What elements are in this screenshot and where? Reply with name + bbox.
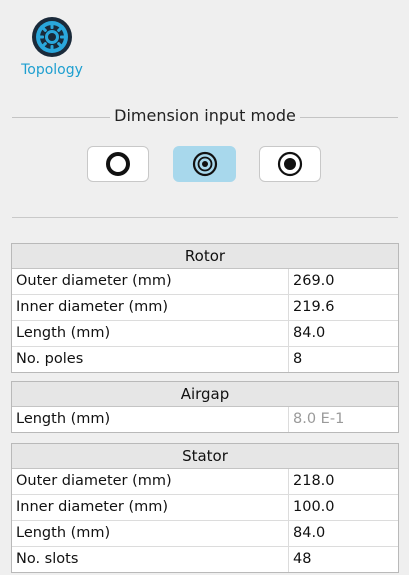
dimension-input-mode-title: Dimension input mode: [12, 106, 398, 125]
table-row: Outer diameter (mm) 269.0: [12, 269, 398, 295]
table-row: Outer diameter (mm) 218.0: [12, 469, 398, 495]
stator-header: Stator: [12, 444, 398, 469]
row-label: Outer diameter (mm): [12, 269, 289, 294]
mode-button-ring-dot[interactable]: [173, 146, 236, 182]
rotor-inner-diameter-field[interactable]: 219.6: [289, 295, 398, 320]
rotor-poles-field[interactable]: 8: [289, 347, 398, 372]
dimensions-panel: Topology Dimension input mode Rotor Oute…: [0, 0, 409, 575]
ring-thick-icon: [106, 152, 130, 176]
rotor-header: Rotor: [12, 244, 398, 269]
row-label: Length (mm): [12, 407, 289, 432]
ring-solid-dot-icon: [277, 151, 303, 177]
ring-dot-icon: [192, 151, 217, 177]
stator-table: Stator Outer diameter (mm) 218.0 Inner d…: [11, 443, 399, 573]
row-label: No. poles: [12, 347, 289, 372]
table-row: Length (mm) 8.0 E-1: [12, 407, 398, 432]
mode-button-ring[interactable]: [87, 146, 149, 182]
row-label: Length (mm): [12, 321, 289, 346]
mode-button-solid-dot[interactable]: [259, 146, 321, 182]
table-row: Inner diameter (mm) 219.6: [12, 295, 398, 321]
row-label: Outer diameter (mm): [12, 469, 289, 494]
rotor-length-field[interactable]: 84.0: [289, 321, 398, 346]
row-label: Inner diameter (mm): [12, 295, 289, 320]
airgap-table: Airgap Length (mm) 8.0 E-1: [11, 381, 399, 433]
table-row: No. poles 8: [12, 347, 398, 372]
rotor-outer-diameter-field[interactable]: 269.0: [289, 269, 398, 294]
table-row: Inner diameter (mm) 100.0: [12, 495, 398, 521]
gear-ring-icon: [31, 16, 73, 58]
stator-inner-diameter-field[interactable]: 100.0: [289, 495, 398, 520]
stator-length-field[interactable]: 84.0: [289, 521, 398, 546]
table-row: Length (mm) 84.0: [12, 521, 398, 547]
rotor-table: Rotor Outer diameter (mm) 269.0 Inner di…: [11, 243, 399, 373]
dimension-input-mode-group: Dimension input mode: [12, 104, 398, 194]
dimension-input-mode-label: Dimension input mode: [110, 106, 300, 125]
topology-button[interactable]: Topology: [14, 16, 90, 82]
stator-outer-diameter-field[interactable]: 218.0: [289, 469, 398, 494]
row-label: No. slots: [12, 547, 289, 572]
stator-slots-field[interactable]: 48: [289, 547, 398, 572]
row-label: Length (mm): [12, 521, 289, 546]
topology-label: Topology: [21, 62, 83, 78]
section-divider: [12, 217, 398, 218]
airgap-length-field[interactable]: 8.0 E-1: [289, 407, 398, 432]
row-label: Inner diameter (mm): [12, 495, 289, 520]
table-row: No. slots 48: [12, 547, 398, 572]
airgap-header: Airgap: [12, 382, 398, 407]
table-row: Length (mm) 84.0: [12, 321, 398, 347]
